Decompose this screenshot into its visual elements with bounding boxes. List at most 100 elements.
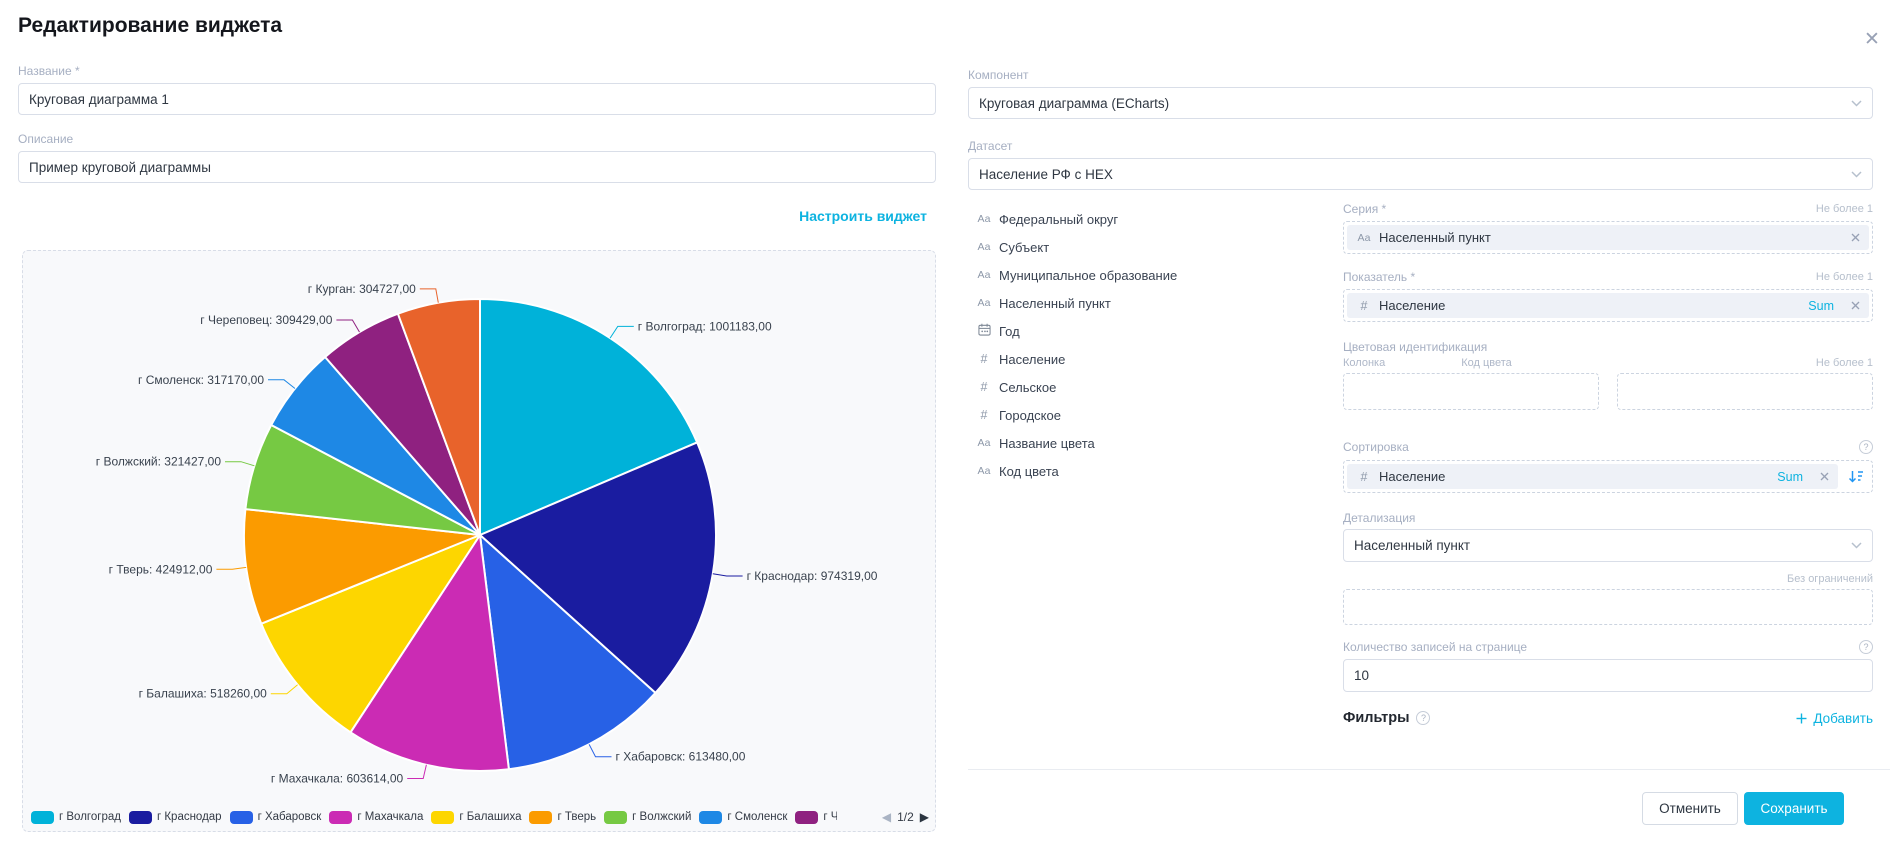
chevron-down-icon [1851, 100, 1862, 107]
color-ident-label-row: Цветовая идентификация [1343, 340, 1873, 354]
page-size-label-row: Количество записей на странице ? [1343, 640, 1873, 654]
remove-icon[interactable] [1820, 472, 1829, 481]
dialog-title: Редактирование виджета [18, 14, 282, 38]
pie-label: г Череповец: 309429,00 [200, 313, 332, 327]
help-icon[interactable]: ? [1859, 640, 1873, 654]
legend-item[interactable]: г Ч [795, 811, 837, 824]
description-input[interactable] [18, 151, 936, 183]
legend-items: г Волгоград г Краснодар г Хабаровск г Махач… [31, 811, 837, 824]
cancel-button[interactable]: Отменить [1642, 792, 1738, 825]
metric-limit-hint: Не более 1 [1816, 271, 1873, 283]
dataset-field-item[interactable]: Год [976, 317, 1336, 345]
dataset-field-item[interactable]: АаМуниципальное образование [976, 261, 1336, 289]
dataset-value: Население РФ с HEX [979, 167, 1113, 182]
dataset-field-item[interactable]: АаНазвание цвета [976, 429, 1336, 457]
pie-label: г Волгоград: 1001183,00 [638, 319, 772, 333]
metric-chip[interactable]: # Население Sum [1347, 293, 1869, 318]
sort-descending-icon[interactable] [1843, 469, 1869, 484]
page-size-label: Количество записей на странице [1343, 640, 1527, 654]
description-field-group: Описание [18, 132, 936, 183]
legend-item[interactable]: г Смоленск [699, 811, 787, 824]
detail-label: Детализация [1343, 511, 1415, 525]
legend-swatch [31, 811, 54, 824]
pie-label-line [610, 326, 634, 338]
pie-label: г Хабаровск: 613480,00 [616, 750, 746, 764]
legend-item[interactable]: г Волжский [604, 811, 691, 824]
component-label: Компонент [968, 68, 1873, 82]
aggregation-badge[interactable]: Sum [1777, 470, 1803, 484]
legend-item[interactable]: г Балашиха [431, 811, 521, 824]
pie-label-line [271, 685, 298, 694]
detail-select[interactable]: Населенный пункт [1343, 529, 1873, 562]
dataset-field-item[interactable]: АаКод цвета [976, 457, 1336, 485]
metric-dropzone[interactable]: # Население Sum [1343, 289, 1873, 322]
legend-swatch [699, 811, 722, 824]
legend-pager: ◀ 1/2 ▶ [878, 810, 929, 824]
add-filter-button[interactable]: Добавить [1796, 711, 1873, 726]
dataset-field-list: АаФедеральный округАаСубъектАаМуниципаль… [976, 205, 1336, 485]
text-icon: Аа [976, 437, 992, 449]
component-select[interactable]: Круговая диаграмма (ECharts) [968, 87, 1873, 119]
dataset-field-item[interactable]: АаФедеральный округ [976, 205, 1336, 233]
dataset-field-item[interactable]: #Население [976, 345, 1336, 373]
remove-icon[interactable] [1851, 233, 1860, 242]
legend-swatch [129, 811, 152, 824]
color-code-label: Код цвета [1403, 357, 1512, 369]
number-icon: # [976, 408, 992, 422]
legend-item[interactable]: г Волгоград [31, 811, 121, 824]
legend-label: г Волжский [632, 811, 691, 823]
legend-label: г Хабаровск [258, 811, 322, 823]
field-label: Сельское [999, 380, 1056, 395]
save-button[interactable]: Сохранить [1744, 792, 1844, 825]
series-label-row: Серия * Не более 1 [1343, 202, 1873, 216]
pie-label-line [589, 744, 611, 756]
color-column-dropzone[interactable] [1343, 373, 1599, 410]
remove-icon[interactable] [1851, 301, 1860, 310]
help-icon[interactable]: ? [1416, 711, 1430, 725]
legend-page-indicator: 1/2 [897, 810, 914, 824]
pie-label: г Махачкала: 603614,00 [271, 772, 404, 786]
dataset-field-item[interactable]: АаНаселенный пункт [976, 289, 1336, 317]
legend-label: г Махачкала [357, 811, 423, 823]
legend-label: г Краснодар [157, 811, 222, 823]
pie-label: г Волжский: 321427,00 [96, 455, 222, 469]
legend-prev-icon[interactable]: ◀ [882, 810, 891, 824]
legend-next-icon[interactable]: ▶ [920, 810, 929, 824]
page-size-input[interactable] [1343, 659, 1873, 692]
dataset-field-item[interactable]: #Сельское [976, 373, 1336, 401]
field-label: Муниципальное образование [999, 268, 1177, 283]
component-value: Круговая диаграмма (ECharts) [979, 96, 1169, 111]
detail-value: Населенный пункт [1354, 538, 1470, 553]
sorting-chip[interactable]: # Население Sum [1347, 464, 1838, 489]
legend-item[interactable]: г Краснодар [129, 811, 222, 824]
extra-dropzone[interactable] [1343, 589, 1873, 625]
legend-item[interactable]: г Махачкала [329, 811, 423, 824]
dataset-field-item[interactable]: АаСубъект [976, 233, 1336, 261]
name-input[interactable] [18, 83, 936, 115]
series-chip[interactable]: Аа Населенный пункт [1347, 225, 1869, 250]
sorting-dropzone[interactable]: # Население Sum [1343, 460, 1873, 493]
color-code-dropzone[interactable] [1617, 373, 1873, 410]
legend-swatch [329, 811, 352, 824]
detail-label-row: Детализация [1343, 511, 1873, 525]
sorting-chip-label: Население [1379, 469, 1445, 484]
color-column-label: Колонка [1343, 357, 1385, 369]
close-icon[interactable]: ✕ [1858, 26, 1886, 54]
aggregation-badge[interactable]: Sum [1808, 299, 1834, 313]
legend-item[interactable]: г Тверь [529, 811, 596, 824]
field-label: Субъект [999, 240, 1049, 255]
number-icon: # [1356, 470, 1372, 484]
dataset-field-item[interactable]: #Городское [976, 401, 1336, 429]
filters-row: Фильтры ? Добавить [1343, 710, 1873, 726]
help-icon[interactable]: ? [1859, 440, 1873, 454]
no-limit-hint: Без ограничений [1787, 573, 1873, 585]
field-label: Код цвета [999, 464, 1059, 479]
legend-item[interactable]: г Хабаровск [230, 811, 322, 824]
series-dropzone[interactable]: Аа Населенный пункт [1343, 221, 1873, 254]
dataset-select[interactable]: Население РФ с HEX [968, 158, 1873, 190]
name-field-group: Название * [18, 64, 936, 115]
pie-label: г Тверь: 424912,00 [109, 562, 213, 576]
field-label: Федеральный округ [999, 212, 1118, 227]
add-filter-label: Добавить [1813, 711, 1873, 726]
configure-widget-link[interactable]: Настроить виджет [18, 208, 927, 224]
